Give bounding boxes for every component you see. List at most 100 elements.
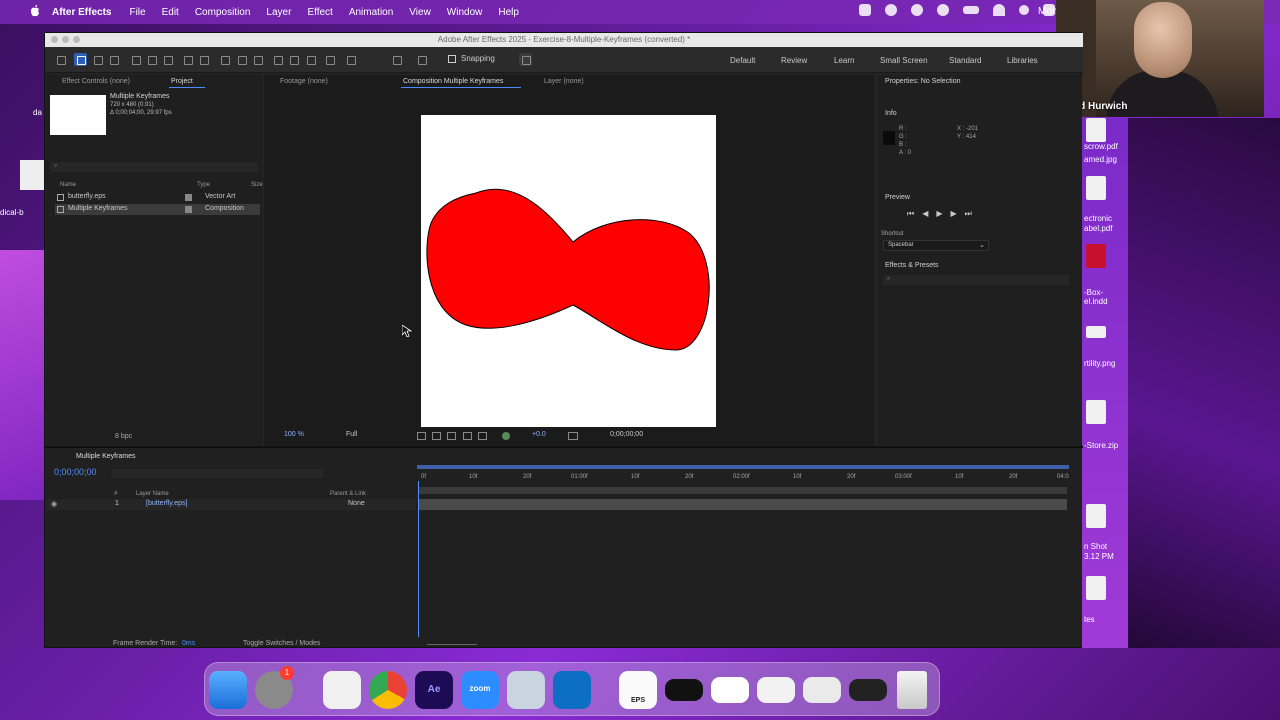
menu-effect[interactable]: Effect <box>307 7 332 18</box>
workspace-libraries[interactable]: Libraries <box>1007 56 1038 65</box>
home-icon[interactable] <box>54 53 67 66</box>
menubar-clock[interactable]: Mon <box>1038 6 1057 17</box>
first-frame-icon[interactable]: ⏮ <box>907 209 914 219</box>
moon-icon[interactable] <box>937 4 949 16</box>
layer-name[interactable]: [butterfly.eps] <box>146 500 188 507</box>
column-layer-name[interactable]: Layer Name <box>136 491 169 497</box>
recent-document-thumbnail[interactable] <box>803 677 841 703</box>
menu-view[interactable]: View <box>409 7 431 18</box>
desktop-file-label[interactable]: da <box>33 108 42 117</box>
desktop-file-label[interactable]: scrow.pdf <box>1084 142 1144 151</box>
previous-frame-icon[interactable]: ◀ <box>922 209 928 219</box>
layer-duration-bar[interactable] <box>419 499 1067 510</box>
zoom-slider[interactable] <box>427 644 477 645</box>
next-frame-icon[interactable]: ▶ <box>951 209 957 219</box>
play-button-icon[interactable]: ▶ <box>936 209 942 219</box>
hand-tool-icon[interactable] <box>91 53 104 66</box>
tab-effect-controls[interactable]: Effect Controls (none) <box>62 78 130 85</box>
window-titlebar[interactable]: Adobe After Effects 2025 - Exercise-8-Mu… <box>45 33 1083 47</box>
workspace-default[interactable]: Default <box>730 56 755 65</box>
workspace-standard[interactable]: Standard <box>949 56 981 65</box>
battery-icon[interactable] <box>963 6 979 14</box>
desktop-file-label[interactable]: n Shot <box>1084 542 1144 551</box>
bpc-indicator[interactable]: 8 bpc <box>115 433 132 440</box>
zoom-icon[interactable]: zoom <box>461 671 499 709</box>
trash-icon[interactable] <box>897 671 927 709</box>
project-row-composition[interactable]: Multiple Keyframes Composition <box>55 204 260 215</box>
axis-icon[interactable] <box>415 53 428 66</box>
work-area-bar[interactable] <box>417 465 1069 469</box>
column-size[interactable]: Size <box>251 182 263 188</box>
menu-animation[interactable]: Animation <box>349 7 393 18</box>
toggle-switches-modes[interactable]: Toggle Switches / Modes <box>243 640 320 647</box>
apple-icon[interactable] <box>30 5 40 17</box>
anchor-tool-icon[interactable] <box>197 53 210 66</box>
column-name[interactable]: Name <box>60 182 76 188</box>
snapping-options-icon[interactable] <box>519 53 532 66</box>
desktop-file-label[interactable]: -Box- <box>1084 288 1144 297</box>
timeline-search-input[interactable] <box>111 469 323 478</box>
desktop-file-label[interactable]: tes <box>1084 615 1144 624</box>
snapping-checkbox[interactable] <box>448 55 456 63</box>
timeline-timecode[interactable]: 0;00;00;00 <box>54 467 97 477</box>
tab-project[interactable]: Project <box>171 78 193 85</box>
desktop-file-icon[interactable] <box>1086 244 1106 268</box>
timeline-comp-tab[interactable]: Multiple Keyframes <box>76 453 136 460</box>
desktop-file-label[interactable]: -Store.zip <box>1084 441 1144 450</box>
eraser-tool-icon[interactable] <box>304 53 317 66</box>
after-effects-icon[interactable]: Ae <box>415 671 453 709</box>
desktop-file-icon[interactable] <box>20 160 44 190</box>
rectangle-tool-icon[interactable] <box>218 53 231 66</box>
workspace-learn[interactable]: Learn <box>834 56 854 65</box>
time-navigator[interactable] <box>419 487 1067 494</box>
desktop-file-label[interactable]: amed.jpg <box>1084 155 1144 164</box>
screen-mirror-icon[interactable] <box>859 4 871 16</box>
menu-help[interactable]: Help <box>498 7 519 18</box>
layer-row[interactable]: ◉ 1 [butterfly.eps] None <box>46 499 416 510</box>
desktop-file-icon[interactable] <box>1086 576 1106 600</box>
desktop-file-label[interactable]: el.indd <box>1084 297 1144 306</box>
type-tool-icon[interactable] <box>251 53 264 66</box>
desktop-file-icon[interactable] <box>1086 326 1106 338</box>
shortcut-dropdown[interactable]: Spacebar ⌄ <box>883 240 989 251</box>
column-parent-link[interactable]: Parent & Link <box>330 491 366 497</box>
desktop-file-icon[interactable] <box>1086 118 1106 142</box>
rotation-tool-icon[interactable] <box>181 53 194 66</box>
parent-dropdown[interactable]: None <box>348 500 365 507</box>
desktop-file-icon[interactable] <box>1086 400 1106 424</box>
tab-layer[interactable]: Layer (none) <box>544 78 584 85</box>
last-frame-icon[interactable]: ⏭ <box>965 209 972 219</box>
roto-brush-tool-icon[interactable] <box>323 53 336 66</box>
guides-icon[interactable] <box>463 432 472 440</box>
exposure-value[interactable]: +0.0 <box>532 431 546 438</box>
recent-document-thumbnail[interactable] <box>757 677 795 703</box>
align-icon[interactable] <box>390 53 403 66</box>
menu-file[interactable]: File <box>129 7 145 18</box>
desktop-file-label[interactable]: abel.pdf <box>1084 224 1144 233</box>
menu-composition[interactable]: Composition <box>195 7 251 18</box>
preview-app-icon[interactable] <box>507 671 545 709</box>
recent-window-thumbnail[interactable] <box>849 679 887 701</box>
brush-tool-icon[interactable] <box>271 53 284 66</box>
search-icon[interactable] <box>1019 5 1029 15</box>
desktop-file-label[interactable]: dical-b <box>0 208 24 217</box>
panel-divider[interactable] <box>45 446 1083 448</box>
zoom-level[interactable]: 100 % <box>284 431 304 438</box>
zoom-tool-icon[interactable] <box>107 53 120 66</box>
recent-document-thumbnail[interactable] <box>711 677 749 703</box>
region-of-interest-icon[interactable] <box>417 432 426 440</box>
effects-search-input[interactable]: ⌕ <box>883 275 1069 285</box>
orbit-tool-icon[interactable] <box>129 53 142 66</box>
selection-tool-icon[interactable] <box>74 53 87 66</box>
desktop-file-label[interactable]: ectronic <box>1084 214 1144 223</box>
project-search-input[interactable]: ⌕ <box>50 162 258 172</box>
clone-stamp-tool-icon[interactable] <box>287 53 300 66</box>
pen-tool-icon[interactable] <box>235 53 248 66</box>
viewer-timecode[interactable]: 0;00;00;00 <box>610 431 643 438</box>
desktop-file-icon[interactable] <box>1086 176 1106 200</box>
vscode-icon[interactable] <box>553 671 591 709</box>
color-management-icon[interactable] <box>502 432 510 440</box>
tab-composition[interactable]: Composition Multiple Keyframes <box>403 78 503 85</box>
column-type[interactable]: Type <box>197 182 210 188</box>
resolution-dropdown[interactable]: Full <box>346 431 357 438</box>
